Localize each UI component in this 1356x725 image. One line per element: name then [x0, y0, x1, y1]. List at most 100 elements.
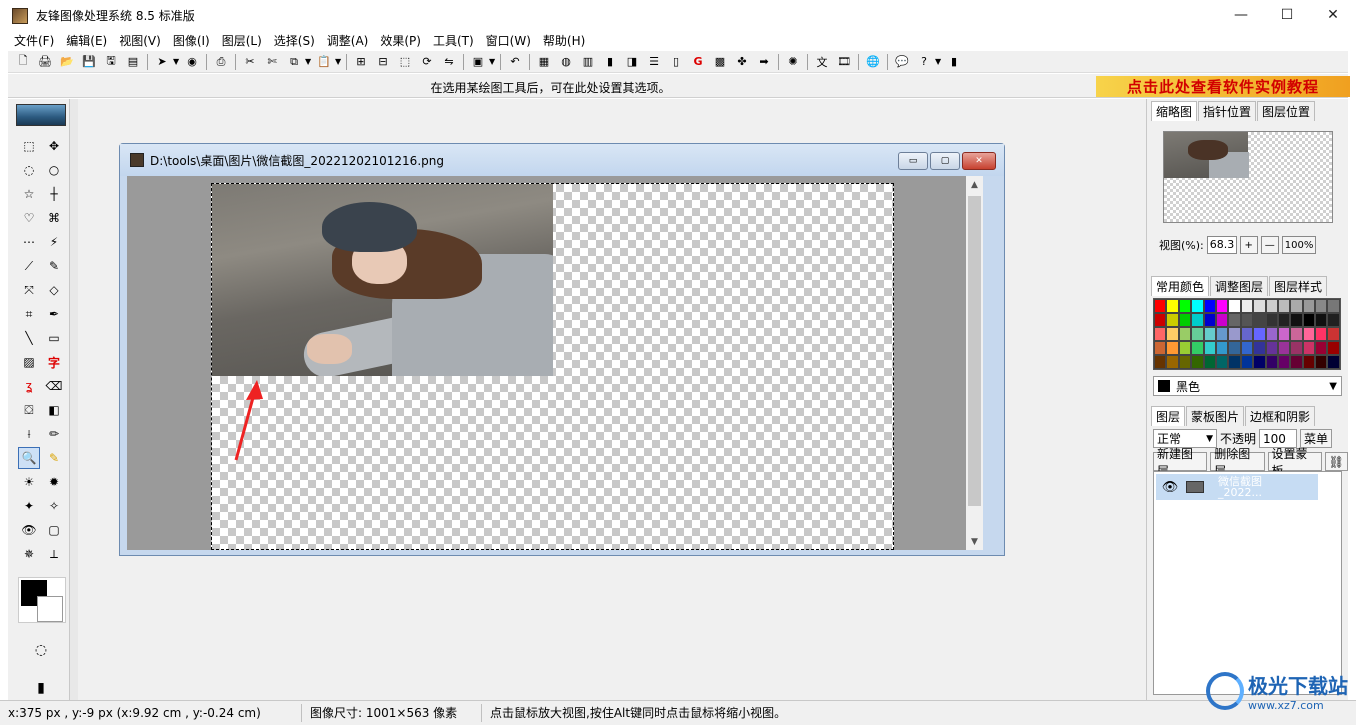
palette-swatch[interactable]	[1315, 355, 1328, 369]
palette-swatch[interactable]	[1265, 341, 1278, 355]
palette-swatch[interactable]	[1203, 327, 1216, 341]
canvas-area[interactable]: ▲ ▼	[127, 176, 983, 550]
palette-swatch[interactable]	[1253, 341, 1266, 355]
palette-swatch[interactable]	[1277, 313, 1291, 327]
tab-adjust-layer[interactable]: 调整图层	[1210, 276, 1269, 296]
palette-swatch[interactable]	[1228, 313, 1241, 327]
magic-lasso-icon[interactable]: ⌘	[43, 207, 65, 229]
new-file-icon[interactable]: 🗋	[14, 53, 32, 71]
palette-swatch[interactable]	[1327, 313, 1340, 327]
batch-icon[interactable]: ▤	[124, 53, 142, 71]
rectangle-icon[interactable]: ▭	[43, 327, 65, 349]
palette-swatch[interactable]	[1265, 355, 1278, 369]
pen-icon[interactable]: ✒	[43, 303, 65, 325]
palette-swatch[interactable]	[1240, 299, 1254, 313]
rgb-channels-icon[interactable]: ▮	[601, 53, 619, 71]
tab-mask-image[interactable]: 蒙板图片	[1186, 406, 1245, 426]
palette-swatch[interactable]	[1265, 299, 1278, 313]
new-layer-button[interactable]: 新建图层	[1153, 447, 1208, 478]
doc-close-button[interactable]: ✕	[962, 152, 996, 170]
notepad-icon[interactable]: ▯	[667, 53, 685, 71]
palette-swatch[interactable]	[1315, 299, 1328, 313]
help-icon[interactable]: ?	[915, 53, 933, 71]
palette-swatch[interactable]	[1166, 327, 1179, 341]
scan-icon[interactable]: 🖨	[36, 53, 54, 71]
vertical-scrollbar[interactable]: ▲ ▼	[966, 176, 983, 550]
palette-swatch[interactable]	[1302, 341, 1316, 355]
palette-icon[interactable]: ▩	[711, 53, 729, 71]
color-wheel-icon[interactable]: ◍	[557, 53, 575, 71]
background-color[interactable]	[37, 596, 63, 622]
palette-swatch[interactable]	[1302, 313, 1316, 327]
palette-swatch[interactable]	[1240, 341, 1254, 355]
eye-icon[interactable]: 👁	[1160, 477, 1180, 497]
doc-maximize-button[interactable]: ▢	[930, 152, 960, 170]
acquire-icon[interactable]: ➤	[153, 53, 171, 71]
crosshair-icon[interactable]: ┼	[43, 183, 65, 205]
text-icon[interactable]: 文	[813, 53, 831, 71]
chat-icon[interactable]: 💬	[893, 53, 911, 71]
palette-swatch[interactable]	[1178, 327, 1192, 341]
doc-minimize-button[interactable]: ▭	[898, 152, 928, 170]
color-select[interactable]: 黑色 ▼	[1153, 376, 1342, 396]
copy-icon[interactable]: ⧉	[285, 53, 303, 71]
palette-swatch[interactable]	[1265, 313, 1278, 327]
set-mask-button[interactable]: 设置蒙板	[1267, 447, 1322, 478]
palette-swatch[interactable]	[1290, 355, 1303, 369]
palette-swatch[interactable]	[1277, 299, 1291, 313]
tab-border-shadow[interactable]: 边框和阴影	[1245, 406, 1316, 426]
text-tool-icon[interactable]: 字	[43, 351, 65, 373]
palette-swatch[interactable]	[1215, 355, 1229, 369]
brush-edit-icon[interactable]: ✎	[43, 255, 65, 277]
palette-swatch[interactable]	[1215, 327, 1229, 341]
g-filter-icon[interactable]: G	[689, 53, 707, 71]
menu-tools[interactable]: 工具(T)	[427, 31, 480, 51]
fill-bucket-icon[interactable]: ⛋	[18, 399, 40, 421]
open-folder-icon[interactable]: 📂	[58, 53, 76, 71]
levels-icon[interactable]: ☰	[645, 53, 663, 71]
menu-image[interactable]: 图像(I)	[167, 31, 216, 51]
palette-swatch[interactable]	[1228, 341, 1241, 355]
tab-layer-style[interactable]: 图层样式	[1269, 276, 1328, 296]
zoom-out-button[interactable]: —	[1260, 236, 1279, 254]
palette-swatch[interactable]	[1315, 327, 1328, 341]
scroll-down-icon[interactable]: ▼	[966, 533, 983, 550]
palette-swatch[interactable]	[1240, 313, 1254, 327]
move-icon[interactable]: ✥	[43, 135, 65, 157]
menu-select[interactable]: 选择(S)	[268, 31, 321, 51]
palette-swatch[interactable]	[1154, 341, 1167, 355]
palette-swatch[interactable]	[1178, 355, 1192, 369]
tab-common-colors[interactable]: 常用颜色	[1151, 276, 1210, 296]
palette-swatch[interactable]	[1253, 355, 1266, 369]
palette-swatch[interactable]	[1253, 327, 1266, 341]
histogram-icon[interactable]: ▦	[535, 53, 553, 71]
flip-icon[interactable]: ⇋	[440, 53, 458, 71]
rect-select-icon[interactable]: ⬚	[18, 135, 40, 157]
menu-view[interactable]: 视图(V)	[113, 31, 167, 51]
eraser-icon[interactable]: ⌫	[43, 375, 65, 397]
fit-window-icon[interactable]: ▣	[469, 53, 487, 71]
color-balance-icon[interactable]: ▥	[579, 53, 597, 71]
crop-icon[interactable]: ⬚	[396, 53, 414, 71]
menu-effects[interactable]: 效果(P)	[374, 31, 427, 51]
menu-file[interactable]: 文件(F)	[8, 31, 60, 51]
polygon-select-icon[interactable]: ⋯	[18, 231, 40, 253]
menu-help[interactable]: 帮助(H)	[537, 31, 591, 51]
globe-icon[interactable]: 🌐	[864, 53, 882, 71]
palette-swatch[interactable]	[1203, 355, 1216, 369]
save-icon[interactable]: 💾	[80, 53, 98, 71]
close-button[interactable]: ✕	[1310, 0, 1356, 30]
scissors-icon[interactable]: ✄	[263, 53, 281, 71]
curve-icon[interactable]: ʓ	[18, 375, 40, 397]
cut-icon[interactable]: ✂	[241, 53, 259, 71]
palette-swatch[interactable]	[1154, 327, 1167, 341]
tutorial-link[interactable]: 点击此处查看软件实例教程	[1096, 76, 1350, 97]
canvas-icon[interactable]: ⊟	[374, 53, 392, 71]
tab-layers[interactable]: 图层	[1151, 406, 1186, 426]
thumbnail-navigator[interactable]	[1163, 131, 1333, 223]
palette-swatch[interactable]	[1327, 327, 1340, 341]
ruler-icon[interactable]: ⟂	[43, 543, 65, 565]
palette-swatch[interactable]	[1215, 341, 1229, 355]
palette-swatch[interactable]	[1191, 299, 1204, 313]
chevron-down-icon[interactable]: ▼	[935, 57, 943, 66]
